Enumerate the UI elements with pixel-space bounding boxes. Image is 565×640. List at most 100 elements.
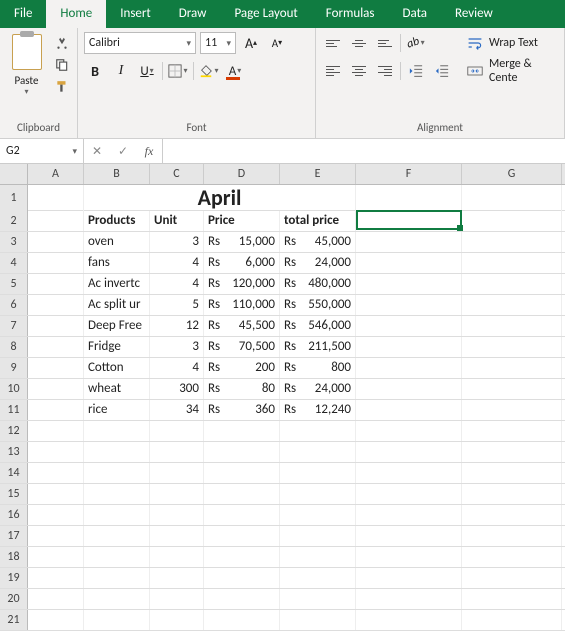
cell[interactable] (280, 589, 356, 609)
cell[interactable]: 34 (150, 400, 204, 420)
cell[interactable]: Rs80 (204, 379, 280, 399)
cell[interactable]: Rs24,000 (280, 379, 356, 399)
cell[interactable] (280, 526, 356, 546)
cell[interactable] (356, 589, 462, 609)
cell[interactable]: Rs24,000 (280, 253, 356, 273)
row-header[interactable]: 4 (0, 253, 28, 273)
cell[interactable]: wheat (84, 379, 150, 399)
cell[interactable] (462, 253, 562, 273)
cell[interactable] (84, 484, 150, 504)
cell[interactable] (28, 253, 84, 273)
cell[interactable]: Rs200 (204, 358, 280, 378)
cell[interactable]: Fridge (84, 337, 150, 357)
italic-button[interactable]: I (110, 60, 132, 82)
cell[interactable] (356, 526, 462, 546)
paste-button[interactable]: Paste (15, 74, 39, 87)
align-center-button[interactable] (348, 60, 370, 82)
fill-color-button[interactable]: ▾ (198, 60, 220, 82)
align-right-button[interactable] (374, 60, 396, 82)
cell[interactable] (280, 421, 356, 441)
cell[interactable] (356, 253, 462, 273)
cell[interactable] (84, 547, 150, 567)
cell[interactable]: Rs120,000 (204, 274, 280, 294)
cell[interactable] (356, 505, 462, 525)
cell[interactable] (462, 421, 562, 441)
formula-input[interactable] (163, 139, 565, 163)
cell[interactable]: Price (204, 211, 280, 231)
cell[interactable]: 4 (150, 253, 204, 273)
row-header[interactable]: 8 (0, 337, 28, 357)
cell[interactable] (462, 232, 562, 252)
cell[interactable] (84, 442, 150, 462)
cell[interactable]: 4 (150, 274, 204, 294)
cell[interactable] (28, 589, 84, 609)
cell[interactable] (462, 526, 562, 546)
cell[interactable] (150, 610, 204, 630)
cell[interactable] (356, 211, 462, 231)
cell[interactable] (462, 379, 562, 399)
font-name-dropdown[interactable]: Calibri▾ (84, 32, 196, 54)
cell[interactable] (462, 484, 562, 504)
cell[interactable] (150, 589, 204, 609)
cell[interactable] (84, 526, 150, 546)
cell[interactable]: Unit (150, 211, 204, 231)
cell[interactable] (28, 526, 84, 546)
copy-button[interactable] (53, 56, 71, 74)
cell[interactable] (28, 484, 84, 504)
cell[interactable]: Deep Free (84, 316, 150, 336)
tab-home[interactable]: Home (46, 0, 106, 28)
align-bottom-button[interactable] (374, 32, 396, 54)
row-header[interactable]: 6 (0, 295, 28, 315)
align-left-button[interactable] (322, 60, 344, 82)
cell[interactable] (150, 484, 204, 504)
cell[interactable] (150, 526, 204, 546)
cell[interactable]: Rs550,000 (280, 295, 356, 315)
enter-formula-button[interactable]: ✓ (110, 144, 136, 159)
paste-icon[interactable] (12, 34, 42, 70)
cell[interactable]: Rs45,000 (280, 232, 356, 252)
row-header[interactable]: 7 (0, 316, 28, 336)
cell[interactable] (462, 337, 562, 357)
row-header[interactable]: 5 (0, 274, 28, 294)
cell[interactable] (204, 610, 280, 630)
cell[interactable] (150, 568, 204, 588)
row-header[interactable]: 11 (0, 400, 28, 420)
cell[interactable] (150, 421, 204, 441)
cell[interactable] (356, 337, 462, 357)
cell[interactable] (28, 211, 84, 231)
cell[interactable] (462, 505, 562, 525)
underline-button[interactable]: U▾ (136, 60, 158, 82)
cell[interactable]: Rs70,500 (204, 337, 280, 357)
cell[interactable] (84, 463, 150, 483)
cell[interactable]: Cotton (84, 358, 150, 378)
cell[interactable] (28, 358, 84, 378)
cell[interactable] (356, 316, 462, 336)
cell[interactable] (356, 484, 462, 504)
row-header[interactable]: 13 (0, 442, 28, 462)
cell[interactable] (28, 185, 84, 211)
row-header[interactable]: 18 (0, 547, 28, 567)
cell[interactable] (204, 463, 280, 483)
cell[interactable] (28, 442, 84, 462)
cell[interactable] (204, 484, 280, 504)
cell[interactable]: Rs6,000 (204, 253, 280, 273)
cell[interactable] (150, 442, 204, 462)
cell[interactable] (150, 505, 204, 525)
cell[interactable]: Rs211,500 (280, 337, 356, 357)
cell[interactable]: Rs15,000 (204, 232, 280, 252)
cell[interactable] (28, 421, 84, 441)
cell[interactable] (28, 610, 84, 630)
cell[interactable]: Rs12,240 (280, 400, 356, 420)
cell[interactable] (356, 358, 462, 378)
cancel-formula-button[interactable]: ✕ (84, 144, 110, 159)
cell[interactable] (150, 547, 204, 567)
cell[interactable] (28, 400, 84, 420)
col-header-g[interactable]: G (462, 164, 562, 184)
cell[interactable] (462, 547, 562, 567)
cell[interactable]: total price (280, 211, 356, 231)
cell[interactable] (356, 463, 462, 483)
tab-file[interactable]: File (0, 0, 46, 28)
cell[interactable] (356, 295, 462, 315)
cell[interactable]: 300 (150, 379, 204, 399)
cut-button[interactable] (53, 34, 71, 52)
